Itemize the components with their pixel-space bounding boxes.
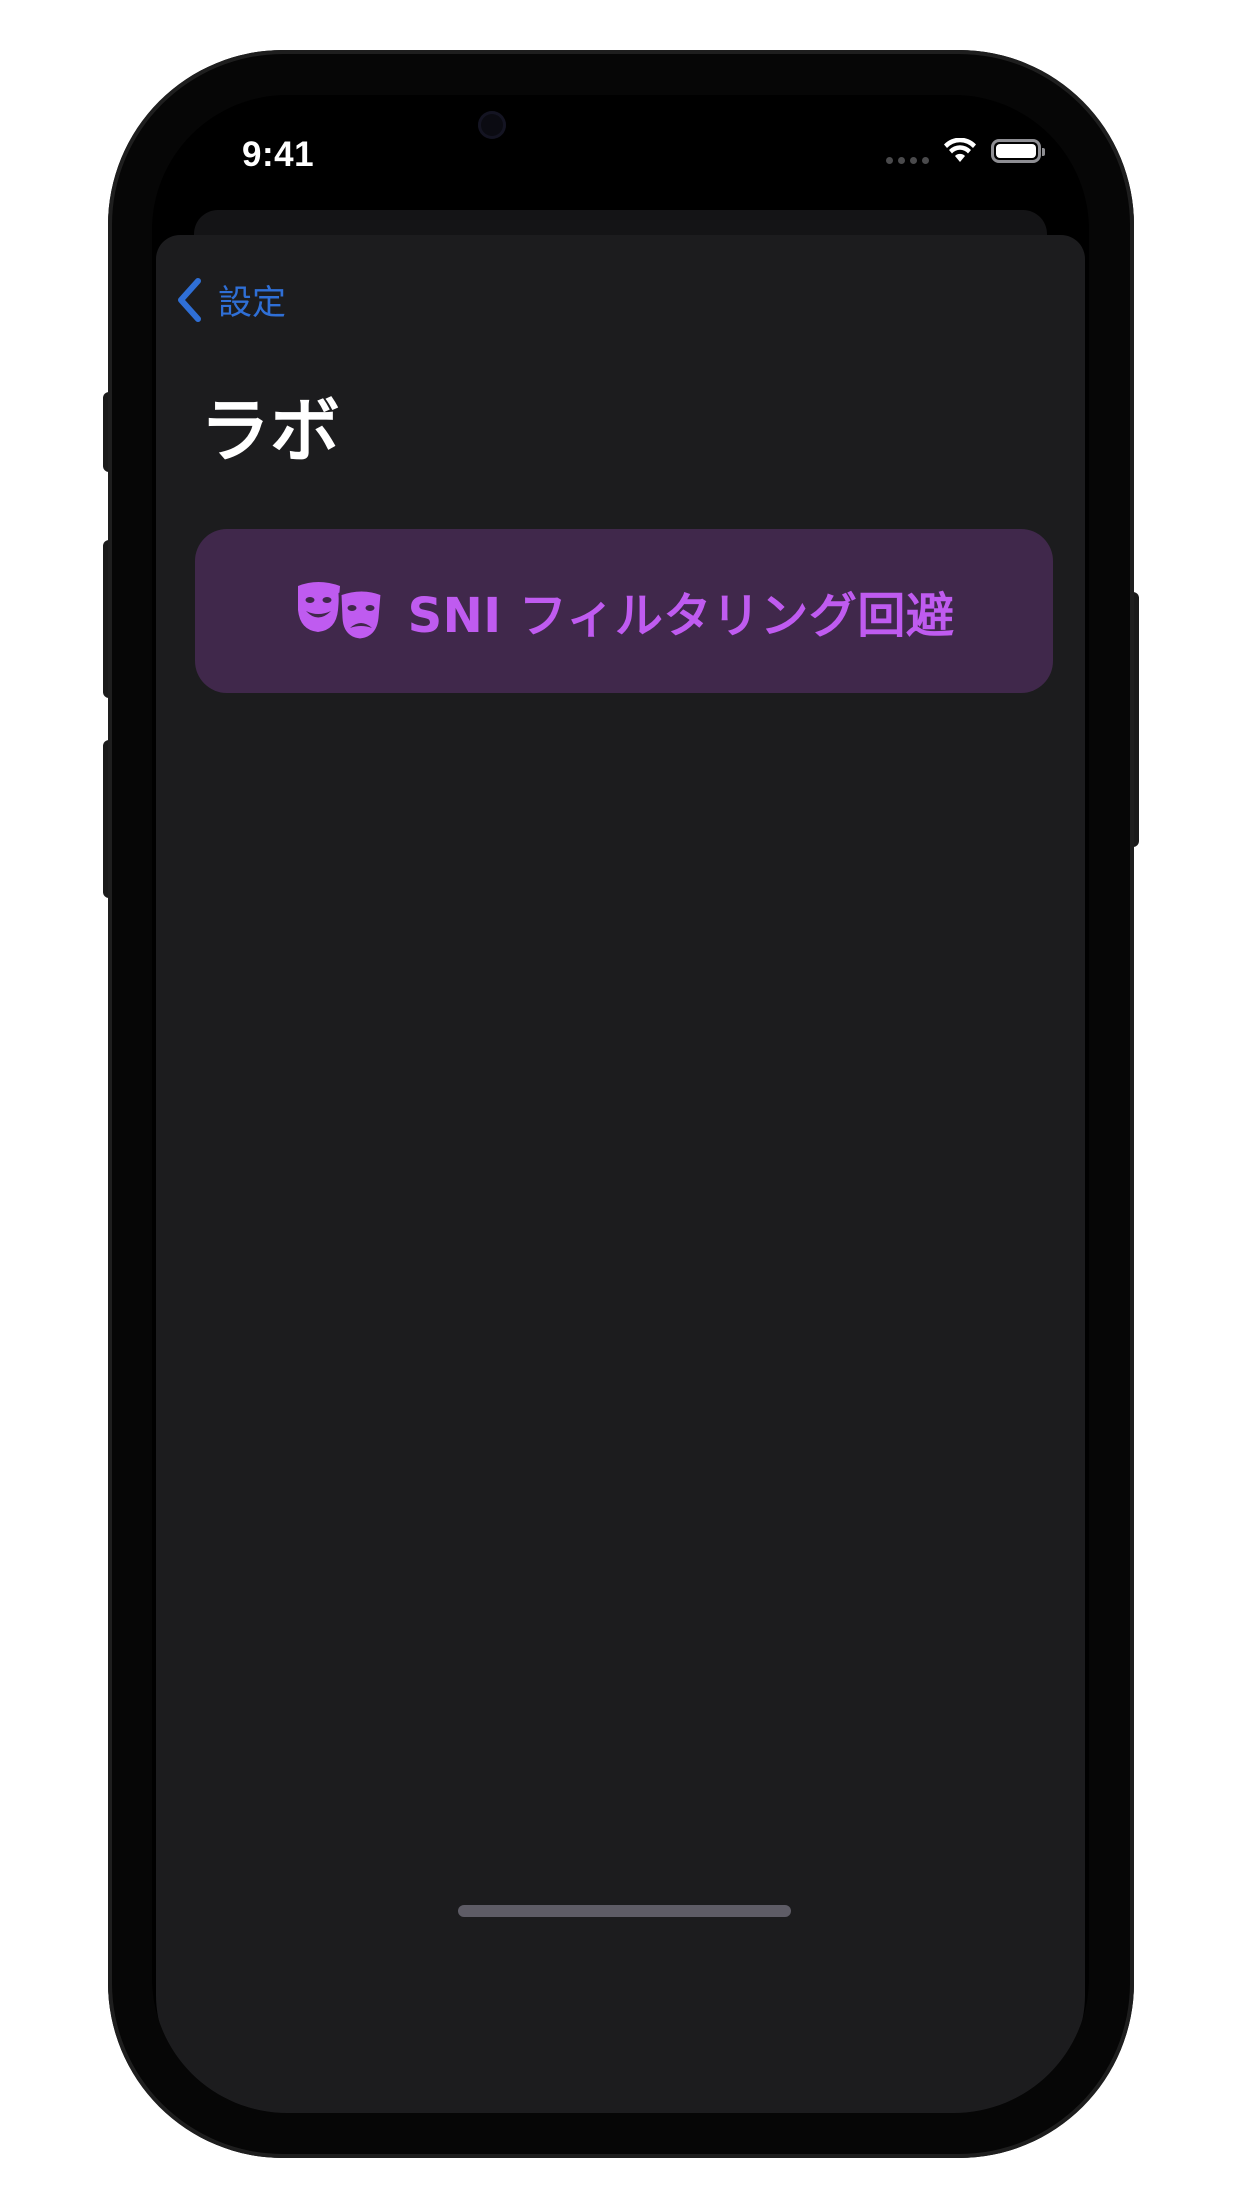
- theater-masks-icon: [297, 582, 384, 642]
- sni-filtering-bypass-button[interactable]: SNI フィルタリング回避: [195, 529, 1053, 693]
- battery-icon: [991, 138, 1045, 163]
- status-icons: [886, 137, 1045, 164]
- page-title: ラボ: [200, 390, 340, 472]
- cellular-signal-icon: [886, 157, 929, 164]
- chevron-left-icon: [178, 277, 201, 322]
- notch: [440, 95, 802, 173]
- back-button[interactable]: 設定: [176, 275, 286, 324]
- battery-level: [996, 143, 1036, 158]
- front-camera: [478, 111, 506, 139]
- screen: 9:41 設定 ラボ SNI フィルタリング回避: [152, 95, 1089, 2113]
- sni-filtering-bypass-label: SNI フィルタリング回避: [407, 588, 955, 644]
- modal-sheet: 設定 ラボ SNI フィルタリング回避: [156, 235, 1085, 2113]
- back-button-label: 設定: [218, 283, 286, 323]
- status-time: 9:41: [242, 135, 315, 174]
- wifi-icon: [944, 137, 976, 162]
- home-indicator[interactable]: [458, 1905, 791, 1917]
- device-frame: 9:41 設定 ラボ SNI フィルタリング回避: [0, 0, 1242, 2208]
